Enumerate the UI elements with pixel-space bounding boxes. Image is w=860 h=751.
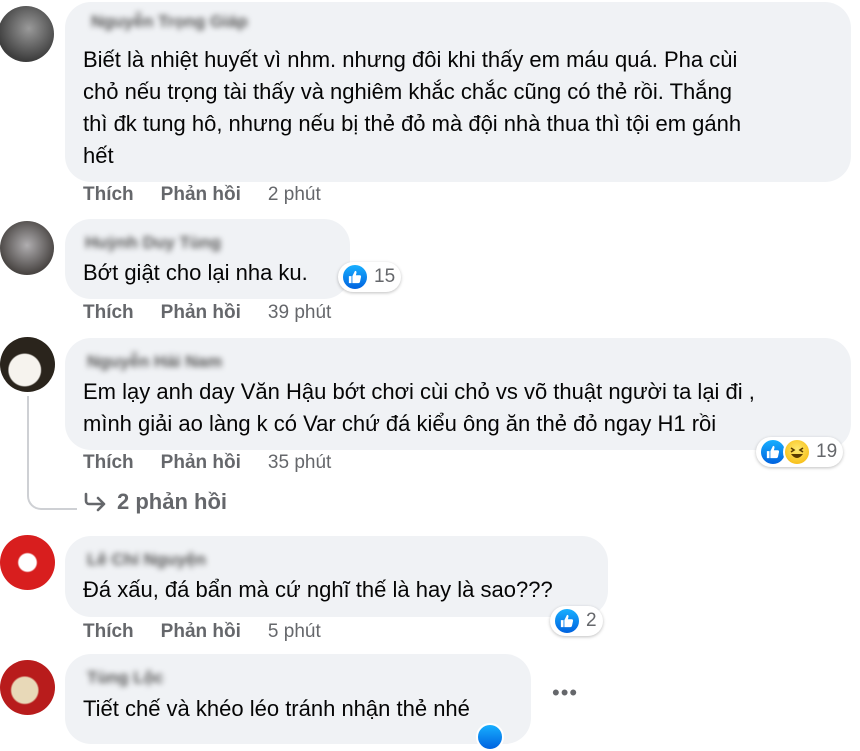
comment-author[interactable]: Nguyễn Trọng Giáp [91,12,248,32]
comment-author[interactable]: Huỳnh Duy Tùng [85,233,221,253]
like-button[interactable]: Thích [83,621,134,643]
avatar[interactable] [0,221,54,275]
comment-author[interactable]: Tùng Lộc [87,668,163,688]
comment-time[interactable]: 5 phút [268,621,321,643]
comment-bubble: Nguyễn Hải Nam Em lạy anh day Văn Hậu bớ… [65,338,851,450]
comment-author[interactable]: Lê Chí Nguyện [87,550,206,570]
comment-text: Đá xấu, đá bẩn mà cứ nghĩ thế là hay là … [83,577,553,602]
avatar[interactable] [0,535,55,590]
like-button[interactable]: Thích [83,302,134,324]
reply-button[interactable]: Phản hồi [161,621,241,643]
like-icon [341,263,369,291]
reply-button[interactable]: Phản hồi [161,184,241,206]
reaction-count: 15 [374,266,396,287]
comment-text: Em lạy anh day Văn Hậu bớt chơi cùi chỏ … [83,379,755,436]
comment-bubble: Nguyễn Trọng Giáp Biết là nhiệt huyết vì… [65,2,851,182]
comment-bubble: Huỳnh Duy Tùng Bớt giật cho lại nha ku. [65,219,350,299]
reaction-summary[interactable]: 15 [338,262,402,292]
view-replies-link[interactable]: 2 phản hồi [83,489,227,515]
more-options-icon[interactable]: ••• [552,680,578,706]
reply-button[interactable]: Phản hồi [161,302,241,324]
reaction-summary[interactable]: 2 [550,606,603,636]
comment-text: Bớt giật cho lại nha ku. [83,260,308,285]
replies-count[interactable]: 2 phản hồi [117,489,227,515]
comment-time[interactable]: 39 phút [268,302,331,324]
like-button[interactable]: Thích [83,452,134,474]
haha-icon [783,438,811,466]
avatar[interactable] [0,337,55,392]
comment-text: Tiết chế và khéo léo tránh nhận thẻ nhé [83,696,470,721]
comment-actions: Thích Phản hồi 2 phút [83,184,321,206]
comment-bubble: Lê Chí Nguyện Đá xấu, đá bẩn mà cứ nghĩ … [65,536,608,617]
comment-actions: Thích Phản hồi 39 phút [83,302,331,324]
reply-button[interactable]: Phản hồi [161,452,241,474]
reaction-summary[interactable]: 19 [756,437,844,467]
comment-time[interactable]: 35 phút [268,452,331,474]
like-icon [553,607,581,635]
like-icon [476,723,504,751]
avatar[interactable] [0,660,55,715]
comment-time[interactable]: 2 phút [268,184,321,206]
comment-actions: Thích Phản hồi 5 phút [83,621,321,643]
reaction-count: 19 [816,441,838,462]
comment-actions: Thích Phản hồi 35 phút [83,452,331,474]
comment-text: Biết là nhiệt huyết vì nhm. nhưng đôi kh… [83,47,742,168]
avatar[interactable] [0,6,54,62]
reply-arrow-icon [84,492,106,512]
comment-bubble: Tùng Lộc Tiết chế và khéo léo tránh nhận… [65,654,531,744]
comment-author[interactable]: Nguyễn Hải Nam [87,352,222,372]
reaction-count: 2 [586,610,597,631]
like-button[interactable]: Thích [83,184,134,206]
